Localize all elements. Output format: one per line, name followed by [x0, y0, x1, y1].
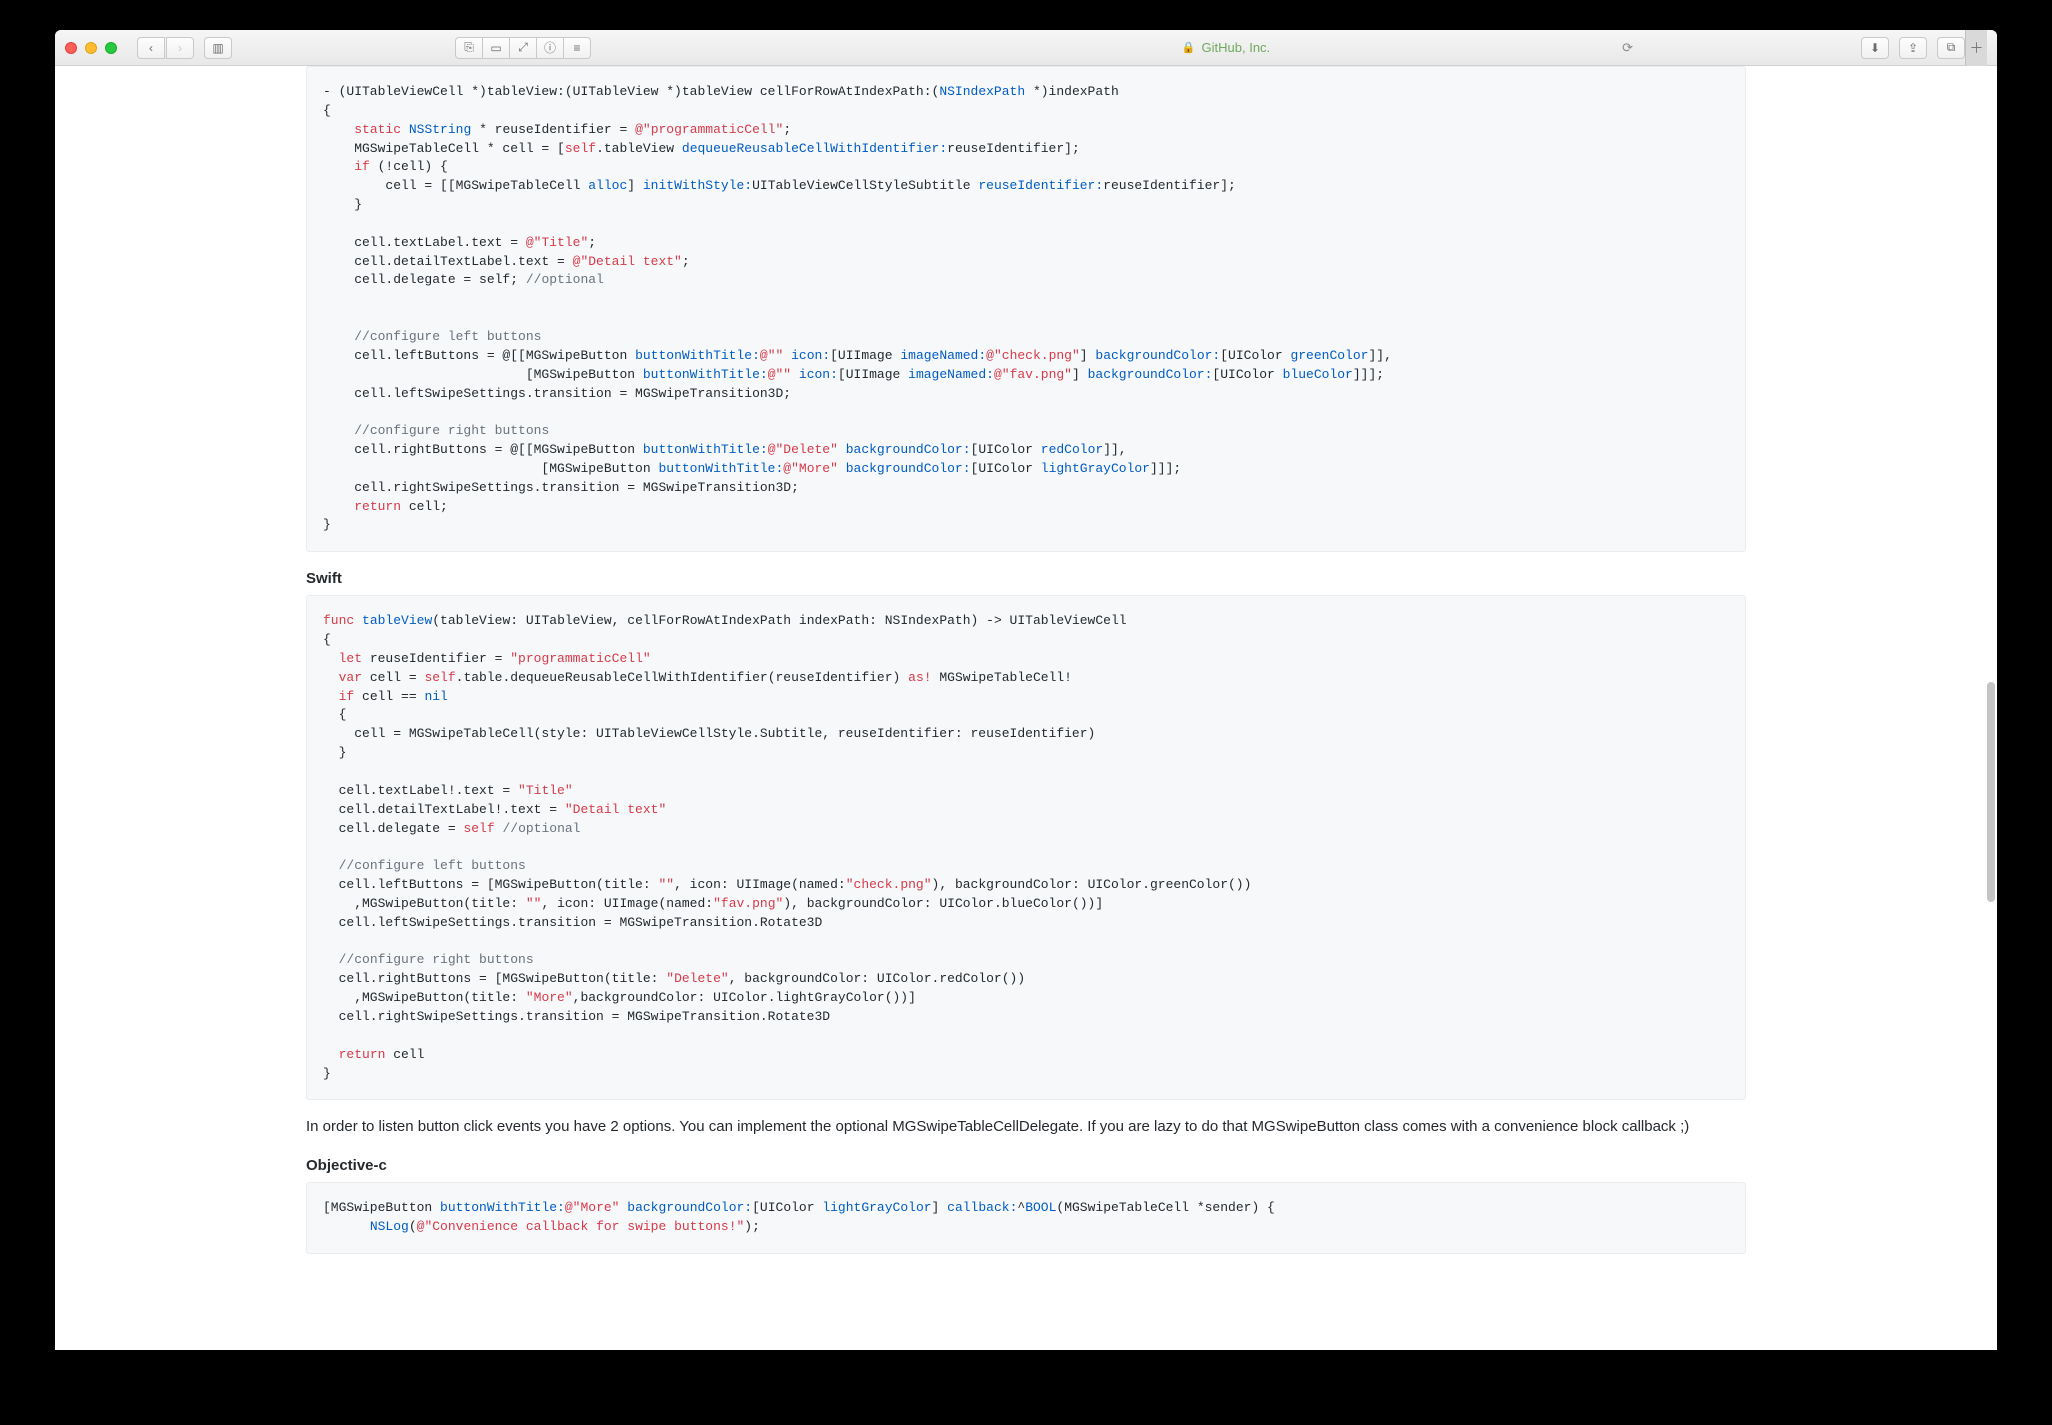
heading-objc: Objective-c	[306, 1157, 1746, 1174]
tabs-button[interactable]: ⧉	[1937, 37, 1965, 59]
new-tab-button[interactable]: ＋	[1965, 30, 1987, 66]
info-icon: ⓘ	[544, 39, 556, 56]
downloads-button[interactable]: ⬇	[1861, 37, 1889, 59]
safari-window: ‹ › ▥ ⎘ ▭ ⤢ ⓘ ≡ 🔒 GitHub, Inc. ⟳	[55, 30, 1997, 1350]
sidebar-icon: ▥	[212, 41, 223, 55]
reader-icon: ⎘	[464, 40, 474, 55]
layout-button[interactable]: ▭	[482, 37, 510, 59]
sidebar-toggle-button[interactable]: ▥	[204, 37, 232, 59]
list-button[interactable]: ≡	[563, 37, 591, 59]
reload-button[interactable]: ⟳	[1622, 40, 1633, 56]
code-content: - (UITableViewCell *)tableView:(UITableV…	[323, 83, 1729, 535]
share-icon: ⇪	[1908, 41, 1918, 55]
titlebar: ‹ › ▥ ⎘ ▭ ⤢ ⓘ ≡ 🔒 GitHub, Inc. ⟳	[55, 30, 1997, 66]
minimize-window-button[interactable]	[85, 42, 97, 54]
fullscreen-button[interactable]: ⤢	[509, 37, 537, 59]
expand-icon: ⤢	[518, 40, 528, 55]
address-host: GitHub, Inc.	[1202, 40, 1271, 55]
code-block-swift-cellforrow: func tableView(tableView: UITableView, c…	[306, 595, 1746, 1100]
code-block-objc-cellforrow: - (UITableViewCell *)tableView:(UITableV…	[306, 66, 1746, 552]
share-button[interactable]: ⇪	[1899, 37, 1927, 59]
download-icon: ⬇	[1870, 41, 1880, 55]
forward-button[interactable]: ›	[166, 37, 194, 59]
web-content[interactable]: - (UITableViewCell *)tableView:(UITableV…	[55, 66, 1997, 1350]
fullscreen-window-button[interactable]	[105, 42, 117, 54]
close-window-button[interactable]	[65, 42, 77, 54]
reader-button[interactable]: ⎘	[455, 37, 483, 59]
info-button[interactable]: ⓘ	[536, 37, 564, 59]
code-block-objc-callback: [MGSwipeButton buttonWithTitle:@"More" b…	[306, 1182, 1746, 1254]
paragraph-callback-options: In order to listen button click events y…	[306, 1116, 1746, 1139]
plus-icon: ＋	[1970, 38, 1984, 58]
back-button[interactable]: ‹	[137, 37, 165, 59]
vertical-scrollbar[interactable]	[1987, 682, 1995, 902]
heading-swift: Swift	[306, 570, 1746, 587]
tabs-icon: ⧉	[1947, 40, 1956, 55]
window-controls	[65, 42, 117, 54]
code-content: [MGSwipeButton buttonWithTitle:@"More" b…	[323, 1199, 1729, 1237]
chevron-right-icon: ›	[178, 41, 182, 55]
layout-icon: ▭	[490, 41, 501, 55]
list-icon: ≡	[573, 41, 580, 55]
code-content: func tableView(tableView: UITableView, c…	[323, 612, 1729, 1083]
chevron-left-icon: ‹	[149, 41, 153, 55]
lock-icon: 🔒	[1182, 41, 1196, 54]
address-bar[interactable]: 🔒 GitHub, Inc. ⟳	[591, 40, 1861, 55]
